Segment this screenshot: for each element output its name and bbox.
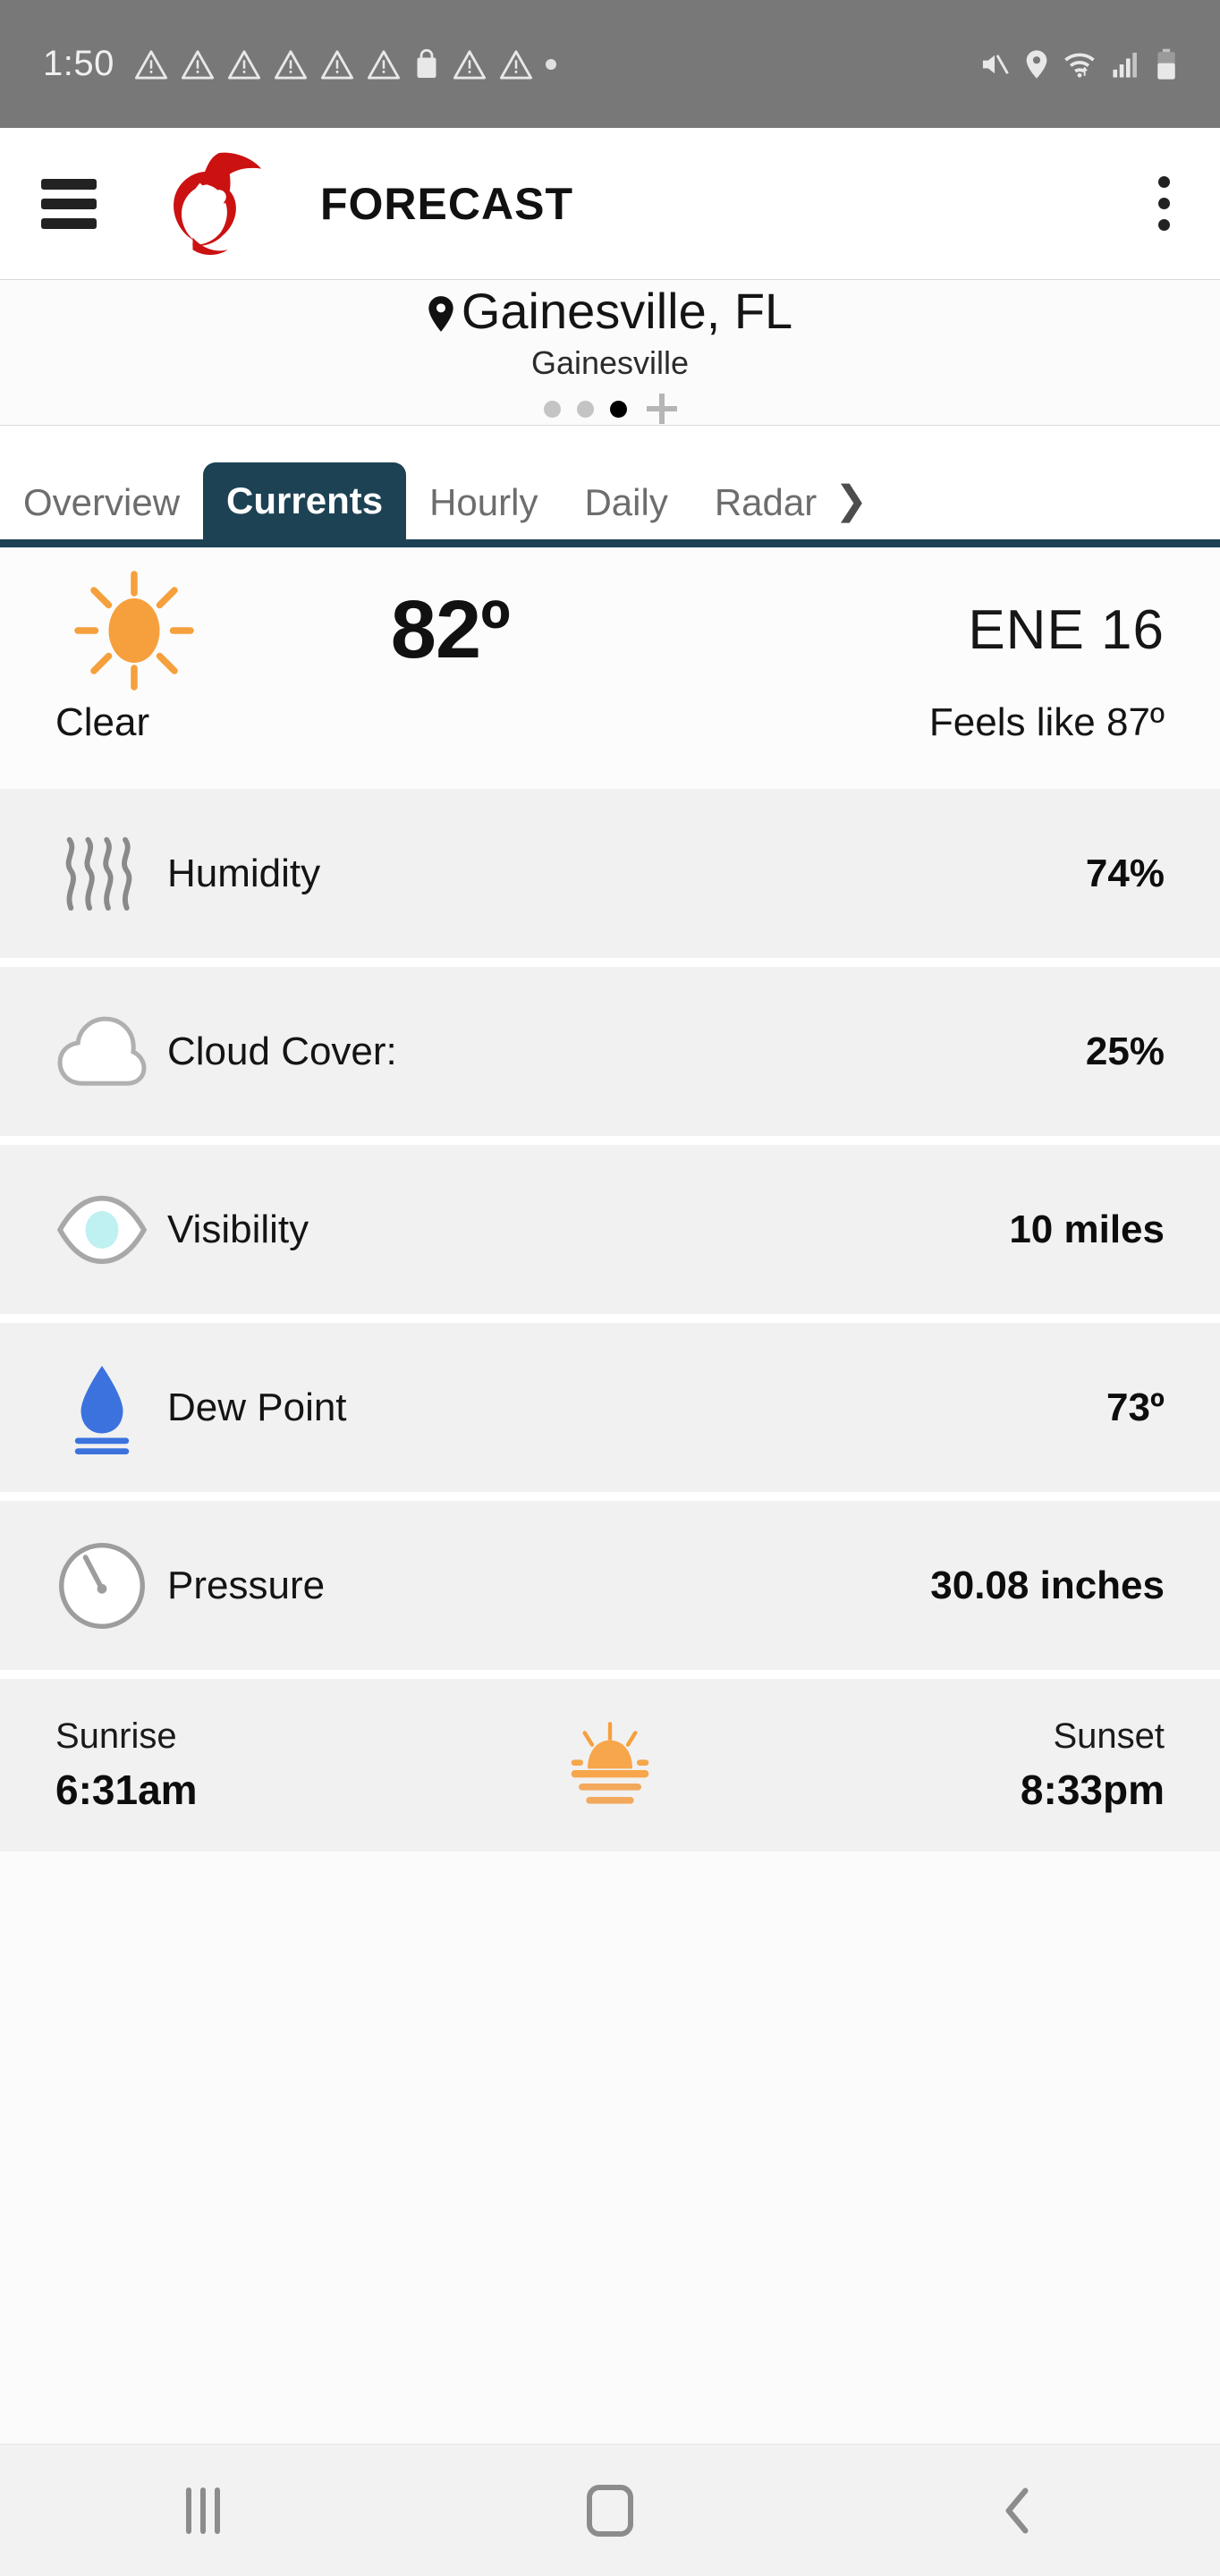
table-row[interactable]: Dew Point 73º	[0, 1323, 1220, 1501]
warning-triangle-icon	[274, 48, 308, 80]
location-pager[interactable]	[543, 394, 677, 424]
current-wind: ENE 16	[968, 599, 1165, 661]
status-bar-right	[979, 48, 1177, 80]
sunset-block: Sunset 8:33pm	[1021, 1716, 1165, 1814]
hamburger-menu-icon[interactable]	[41, 178, 97, 229]
location-icon	[1025, 49, 1048, 80]
page-title: FORECAST	[320, 178, 573, 229]
humidity-waves-icon	[55, 827, 167, 920]
warning-triangle-icon	[453, 48, 487, 80]
map-pin-icon	[428, 291, 454, 332]
table-row[interactable]: Cloud Cover: 25%	[0, 967, 1220, 1145]
cellular-signal-icon	[1111, 50, 1141, 79]
row-value-humidity: 74%	[1085, 851, 1165, 895]
warning-triangle-icon	[367, 48, 401, 80]
row-label-visibility: Visibility	[167, 1207, 309, 1251]
row-value-dew-point: 73º	[1106, 1385, 1165, 1429]
recents-icon[interactable]	[123, 2466, 284, 2555]
cloud-icon	[55, 1014, 167, 1089]
tab-currents[interactable]: Currents	[203, 462, 407, 539]
warning-triangle-icon	[181, 48, 215, 80]
eye-visibility-icon	[55, 1195, 167, 1265]
home-icon[interactable]	[530, 2466, 690, 2555]
warning-triangle-icon	[320, 48, 354, 80]
location-block[interactable]: Gainesville, FL Gainesville	[0, 280, 1220, 426]
tabstrip: Overview Currents Hourly Daily Radar ❯	[0, 426, 1220, 547]
back-icon[interactable]	[936, 2466, 1097, 2555]
dot-icon	[545, 58, 556, 70]
sunrise-icon	[556, 1721, 664, 1810]
sunrise-sunset-row: Sunrise 6:31am Sunset 8:33pm	[0, 1679, 1220, 1852]
sunrise-time: 6:31am	[55, 1767, 198, 1813]
pager-dot-3[interactable]	[609, 400, 627, 418]
status-bar-left: 1:50	[43, 44, 979, 84]
hurricane-logo-icon	[165, 146, 270, 262]
feels-like: Feels like 87º	[928, 700, 1165, 744]
detail-rows: Humidity 74% Cloud Cover: 25% Visibility…	[0, 789, 1220, 1852]
table-row[interactable]: Visibility 10 miles	[0, 1145, 1220, 1323]
pager-dot-2[interactable]	[576, 400, 594, 418]
row-label-dew-point: Dew Point	[167, 1385, 347, 1429]
sunrise-block: Sunrise 6:31am	[55, 1716, 198, 1814]
current-conditions: 82º ENE 16 Clear Feels like 87º	[0, 547, 1220, 789]
warning-triangle-icon	[134, 48, 168, 80]
row-value-pressure: 30.08 inches	[930, 1563, 1165, 1607]
pager-dot-1[interactable]	[543, 400, 561, 418]
more-vertical-icon[interactable]	[1156, 176, 1172, 231]
tab-overview[interactable]: Overview	[0, 470, 203, 539]
shopping-bag-icon	[413, 48, 440, 80]
sunset-time: 8:33pm	[1020, 1767, 1165, 1813]
barometer-gauge-icon	[55, 1539, 167, 1632]
row-label-humidity: Humidity	[167, 851, 321, 895]
mute-icon	[979, 50, 1011, 79]
table-row[interactable]: Humidity 74%	[0, 789, 1220, 967]
water-droplet-icon	[55, 1361, 167, 1454]
row-value-visibility: 10 miles	[1009, 1207, 1165, 1251]
sun-icon	[55, 564, 212, 698]
location-primary: Gainesville, FL	[428, 286, 792, 336]
system-nav-bar	[0, 2444, 1220, 2576]
current-temperature: 82º	[390, 584, 511, 675]
row-label-cloud-cover: Cloud Cover:	[167, 1029, 397, 1073]
wifi-icon	[1063, 49, 1097, 80]
row-value-cloud-cover: 25%	[1085, 1029, 1165, 1073]
sunset-label: Sunset	[1053, 1716, 1165, 1756]
tab-underline	[0, 539, 1220, 547]
tab-hourly[interactable]: Hourly	[406, 470, 561, 539]
warning-triangle-icon	[227, 48, 261, 80]
status-bar: 1:50	[0, 0, 1220, 128]
add-location-icon[interactable]	[646, 394, 677, 424]
app-screen: 1:50 FORECAST Gainesville, FL Gainesvill…	[0, 0, 1220, 2576]
content-filler	[0, 1852, 1220, 2444]
status-time: 1:50	[43, 44, 114, 83]
app-header: FORECAST	[0, 128, 1220, 280]
location-name: Gainesville, FL	[461, 283, 793, 339]
chevron-right-icon[interactable]: ❯	[835, 478, 868, 539]
warning-triangle-icon	[499, 48, 533, 80]
current-condition: Clear	[55, 700, 150, 744]
table-row[interactable]: Pressure 30.08 inches	[0, 1501, 1220, 1679]
location-secondary: Gainesville	[530, 344, 690, 381]
tab-radar[interactable]: Radar	[691, 470, 840, 539]
sunrise-label: Sunrise	[55, 1716, 177, 1756]
tab-daily[interactable]: Daily	[561, 470, 690, 539]
row-label-pressure: Pressure	[167, 1563, 326, 1607]
battery-icon	[1156, 48, 1177, 80]
